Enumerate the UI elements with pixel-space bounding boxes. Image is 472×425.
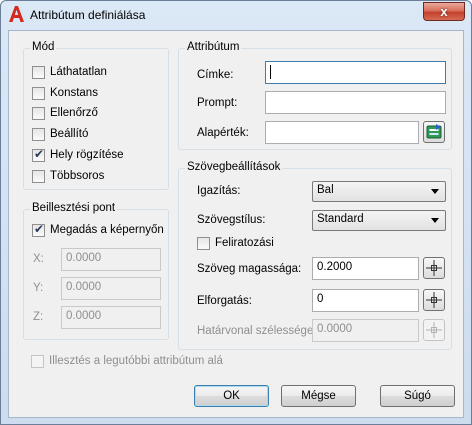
text-height-input[interactable]: 0.2000 bbox=[312, 257, 419, 280]
invisible-label: Láthatatlan bbox=[50, 66, 107, 78]
text-height-label: Szöveg magassága: bbox=[197, 263, 302, 275]
preset-label: Beállító bbox=[50, 128, 89, 140]
default-input[interactable] bbox=[265, 121, 419, 144]
verify-label: Ellenőrző bbox=[50, 107, 98, 119]
prompt-label: Prompt: bbox=[197, 97, 238, 109]
autocad-app-icon bbox=[9, 6, 24, 22]
constant-checkbox-box[interactable] bbox=[32, 86, 45, 100]
boundary-width-label: Határvonal szélessége: bbox=[197, 325, 317, 337]
annotative-label: Feliratozási bbox=[215, 237, 274, 249]
justify-value: Bal bbox=[317, 184, 334, 196]
pick-point-icon bbox=[426, 260, 442, 276]
pick-height-button[interactable] bbox=[423, 257, 445, 279]
multiline-checkbox[interactable]: Többsoros bbox=[32, 168, 104, 184]
dialog-window: Attribútum definiálása x Mód Láthatatlan… bbox=[0, 0, 472, 425]
mode-group-title: Mód bbox=[30, 41, 57, 53]
annotative-checkbox[interactable]: Feliratozási bbox=[197, 235, 274, 251]
preset-checkbox-box[interactable] bbox=[32, 127, 45, 141]
justify-select[interactable]: Bal bbox=[312, 181, 446, 202]
chevron-down-icon bbox=[431, 218, 439, 223]
dialog-client-area: Mód Láthatatlan Konstans Ellenőrző Beáll… bbox=[8, 30, 464, 418]
verify-checkbox-box[interactable] bbox=[32, 106, 45, 120]
insertion-point-group: Beillesztési pont Megadás a képernyőn X:… bbox=[23, 202, 169, 340]
justify-label: Igazítás: bbox=[197, 185, 241, 197]
x-label: X: bbox=[33, 253, 44, 265]
x-input[interactable]: 0.0000 bbox=[61, 248, 161, 271]
window-title: Attribútum definiálása bbox=[30, 8, 146, 22]
specify-on-screen-checkbox-box[interactable] bbox=[32, 222, 45, 237]
verify-checkbox[interactable]: Ellenőrző bbox=[32, 105, 98, 121]
align-below-checkbox-box[interactable] bbox=[31, 354, 44, 368]
close-button[interactable]: x bbox=[423, 2, 465, 21]
title-bar[interactable]: Attribútum definiálása x bbox=[1, 1, 471, 29]
constant-label: Konstans bbox=[50, 87, 98, 99]
constant-checkbox[interactable]: Konstans bbox=[32, 85, 98, 101]
z-label: Z: bbox=[33, 311, 44, 323]
multiline-label: Többsoros bbox=[50, 170, 105, 182]
align-below-label: Illesztés a legutóbbi attribútum alá bbox=[49, 355, 223, 367]
text-style-label: Szövegstílus: bbox=[197, 214, 266, 226]
rotation-label: Elforgatás: bbox=[197, 295, 252, 307]
rotation-input[interactable]: 0 bbox=[312, 289, 419, 312]
ok-button[interactable]: OK bbox=[194, 385, 269, 407]
text-settings-title: Szövegbeállítások bbox=[185, 161, 283, 173]
text-style-select[interactable]: Standard bbox=[312, 210, 446, 231]
tag-input[interactable] bbox=[265, 61, 446, 84]
insert-field-icon bbox=[426, 124, 442, 139]
attribute-group: Attribútum Címke: Prompt: Alapérték: bbox=[178, 41, 452, 150]
text-style-value: Standard bbox=[317, 213, 364, 225]
insert-field-button[interactable] bbox=[423, 121, 445, 143]
lock-position-label: Hely rögzítése bbox=[50, 149, 124, 161]
multiline-checkbox-box[interactable] bbox=[32, 169, 45, 183]
annotative-checkbox-box[interactable] bbox=[197, 236, 210, 250]
pick-boundary-button[interactable] bbox=[423, 319, 445, 341]
attribute-group-title: Attribútum bbox=[185, 41, 242, 53]
specify-on-screen-checkbox[interactable]: Megadás a képernyőn bbox=[32, 222, 164, 238]
y-label: Y: bbox=[33, 282, 44, 294]
text-settings-group: Szövegbeállítások Igazítás: Bal Szövegst… bbox=[178, 161, 452, 350]
insertion-point-title: Beillesztési pont bbox=[30, 202, 118, 214]
text-caret bbox=[270, 65, 271, 79]
cancel-button[interactable]: Mégse bbox=[281, 385, 356, 407]
align-below-checkbox[interactable]: Illesztés a legutóbbi attribútum alá bbox=[31, 353, 223, 369]
tag-label: Címke: bbox=[197, 69, 234, 81]
prompt-input[interactable] bbox=[265, 91, 446, 114]
chevron-down-icon bbox=[431, 189, 439, 194]
boundary-width-input[interactable]: 0.0000 bbox=[312, 319, 419, 342]
invisible-checkbox-box[interactable] bbox=[32, 65, 45, 79]
pick-point-icon bbox=[426, 292, 442, 308]
invisible-checkbox[interactable]: Láthatatlan bbox=[32, 64, 107, 80]
preset-checkbox[interactable]: Beállító bbox=[32, 126, 88, 142]
help-button[interactable]: Súgó bbox=[380, 385, 455, 407]
pick-rotation-button[interactable] bbox=[423, 289, 445, 311]
mode-group: Mód Láthatatlan Konstans Ellenőrző Beáll… bbox=[23, 41, 169, 190]
z-input[interactable]: 0.0000 bbox=[61, 306, 161, 329]
lock-position-checkbox[interactable]: Hely rögzítése bbox=[32, 147, 124, 163]
default-label: Alapérték: bbox=[197, 127, 249, 139]
specify-on-screen-label: Megadás a képernyőn bbox=[50, 224, 164, 236]
pick-point-icon bbox=[426, 322, 442, 338]
y-input[interactable]: 0.0000 bbox=[61, 277, 161, 300]
close-icon: x bbox=[440, 4, 448, 19]
lock-position-checkbox-box[interactable] bbox=[32, 147, 45, 162]
